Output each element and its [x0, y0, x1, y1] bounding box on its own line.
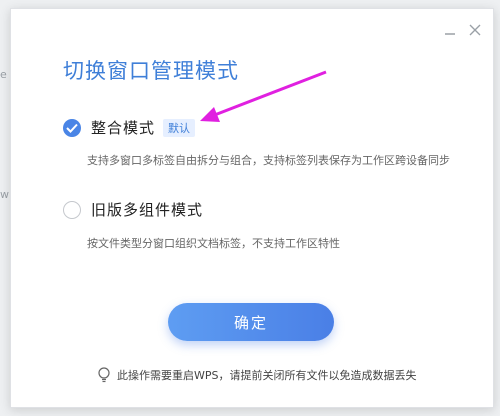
option-description: 按文件类型分窗口组织文档标签，不支持工作区特性 [87, 237, 340, 250]
option-integrated-mode[interactable]: 整合模式 默认 [63, 117, 196, 138]
option-legacy-mode[interactable]: 旧版多组件模式 [63, 199, 203, 220]
background-text-fragment: w [0, 188, 9, 201]
default-badge: 默认 [163, 118, 196, 137]
confirm-button[interactable]: 确定 [168, 303, 334, 341]
close-icon [469, 24, 481, 36]
mode-switch-dialog: 切换窗口管理模式 整合模式 默认 支持多窗口多标签自由拆分与组合，支持标签列表保… [10, 8, 494, 408]
radio-checked[interactable] [63, 118, 81, 137]
check-icon [66, 123, 78, 133]
dialog-title: 切换窗口管理模式 [63, 59, 239, 83]
option-label: 整合模式 [91, 119, 156, 137]
restart-notice: 此操作需要重启WPS，请提前关闭所有文件以免造成数据丢失 [97, 367, 417, 383]
close-button[interactable] [466, 21, 484, 39]
radio-unchecked[interactable] [63, 200, 81, 219]
option-description: 支持多窗口多标签自由拆分与组合，支持标签列表保存为工作区跨设备同步 [87, 154, 450, 167]
minimize-button[interactable] [441, 21, 459, 39]
option-label: 旧版多组件模式 [91, 201, 204, 219]
minimize-icon [445, 33, 455, 35]
lightbulb-icon [98, 367, 110, 383]
background-text-fragment: e [0, 68, 7, 81]
notice-text: 此操作需要重启WPS，请提前关闭所有文件以免造成数据丢失 [117, 369, 417, 382]
